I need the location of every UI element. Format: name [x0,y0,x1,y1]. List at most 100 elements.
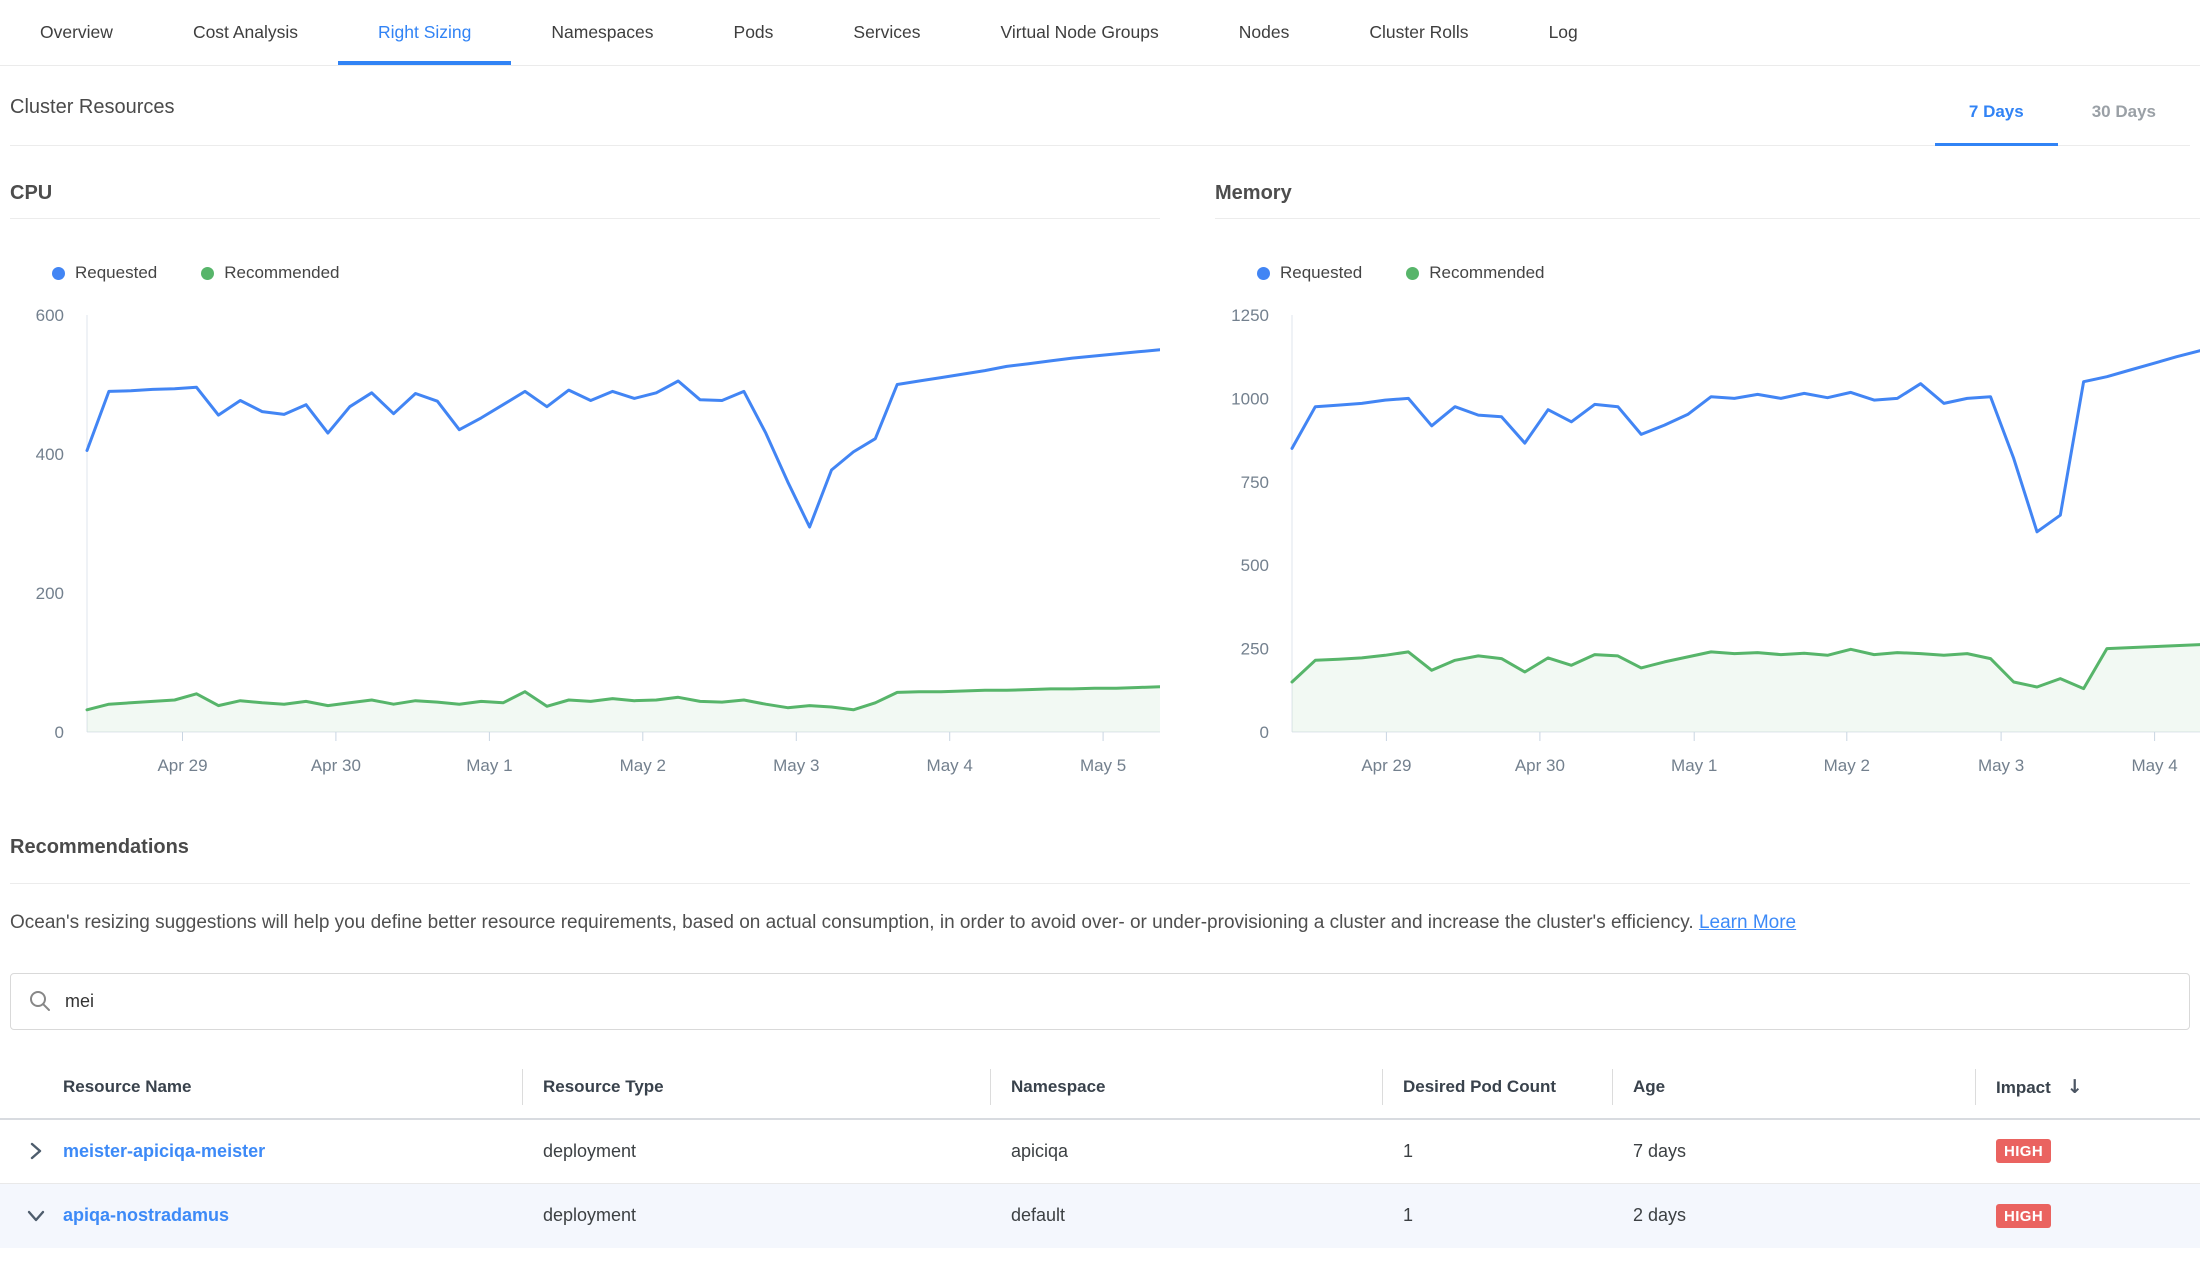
svg-text:Apr 30: Apr 30 [311,756,361,775]
table-header-row: Resource Name Resource Type Namespace De… [0,1056,2200,1120]
column-header-impact-label: Impact [1996,1078,2051,1097]
cpu-line-chart: 0 200 400 600 Apr 29 Apr 30 May 1 May 2 May 3 May… [10,307,1160,777]
legend-label: Recommended [224,263,339,283]
age-cell: 7 days [1612,1141,1975,1162]
top-tab-bar: Overview Cost Analysis Right Sizing Name… [0,0,2200,66]
cluster-resources-title: Cluster Resources [10,96,175,145]
table-row: apiqa-nostradamus deployment default 1 2… [0,1184,2200,1248]
svg-text:0: 0 [1260,723,1269,742]
svg-text:May 1: May 1 [466,756,512,775]
column-header-namespace[interactable]: Namespace [990,1077,1382,1097]
search-icon [29,990,51,1012]
resource-name-link[interactable]: apiqa-nostradamus [63,1205,229,1226]
learn-more-link[interactable]: Learn More [1699,912,1796,933]
svg-text:750: 750 [1241,473,1269,492]
tab-log[interactable]: Log [1509,0,1618,65]
legend-item-recommended: Recommended [1406,263,1544,283]
age-cell: 2 days [1612,1205,1975,1226]
recommendations-table: Resource Name Resource Type Namespace De… [0,1056,2200,1248]
tab-services[interactable]: Services [813,0,960,65]
namespace-cell: apiciqa [990,1141,1382,1162]
memory-chart-plot: 025050075010001250Apr 29Apr 30May 1May 2… [1215,307,2200,782]
memory-chart-legend: Requested Recommended [1257,263,2200,283]
recommended-dot-icon [201,267,214,280]
resource-name-cell: apiqa-nostradamus [0,1198,522,1234]
legend-item-recommended: Recommended [201,263,339,283]
tab-cluster-rolls[interactable]: Cluster Rolls [1329,0,1508,65]
recommendations-header: Recommendations [10,836,2190,884]
legend-item-requested: Requested [1257,263,1362,283]
impact-cell: HIGH [1975,1139,2200,1163]
requested-dot-icon [1257,267,1270,280]
impact-high-badge: HIGH [1996,1204,2051,1228]
tab-pods[interactable]: Pods [694,0,814,65]
column-header-impact[interactable]: Impact ↓ [1975,1076,2200,1098]
memory-chart-title: Memory [1215,146,2200,219]
column-header-resource-type[interactable]: Resource Type [522,1077,990,1097]
svg-text:May 3: May 3 [1978,756,2024,775]
charts-row: CPU Requested Recommended 0 200 400 600 Apr … [10,146,2200,782]
expand-row-chevron-icon[interactable] [18,1133,54,1169]
time-range-toggle: 7 Days 30 Days [1935,102,2190,145]
namespace-cell: default [990,1205,1382,1226]
legend-item-requested: Requested [52,263,157,283]
cpu-chart-title: CPU [10,146,1160,219]
tab-nodes[interactable]: Nodes [1199,0,1330,65]
recommended-dot-icon [1406,267,1419,280]
svg-text:0: 0 [55,723,64,742]
resource-name-link[interactable]: meister-apiciqa-meister [63,1141,265,1162]
recommendations-description-text: Ocean's resizing suggestions will help y… [10,912,1694,933]
cpu-chart-legend: Requested Recommended [52,263,1160,283]
memory-chart-section: Memory Requested Recommended 0 250 500 750 1… [1215,146,2200,782]
svg-text:May 2: May 2 [1824,756,1870,775]
tab-cost-analysis[interactable]: Cost Analysis [153,0,338,65]
cpu-chart-section: CPU Requested Recommended 0 200 400 600 Apr … [10,146,1160,782]
svg-text:May 2: May 2 [620,756,666,775]
recommended-area [1292,645,2200,732]
svg-text:May 1: May 1 [1671,756,1717,775]
search-input[interactable] [65,991,2171,1012]
svg-text:500: 500 [1241,556,1269,575]
search-box [10,973,2190,1030]
column-header-age[interactable]: Age [1612,1077,1975,1097]
legend-label: Recommended [1429,263,1544,283]
cluster-resources-header: Cluster Resources 7 Days 30 Days [10,66,2190,146]
svg-text:May 4: May 4 [927,756,973,775]
tab-namespaces[interactable]: Namespaces [511,0,693,65]
column-header-desired-pod-count[interactable]: Desired Pod Count [1382,1077,1612,1097]
resource-name-cell: meister-apiciqa-meister [0,1133,522,1169]
requested-line [1292,351,2200,532]
svg-text:Apr 30: Apr 30 [1515,756,1565,775]
tab-virtual-node-groups[interactable]: Virtual Node Groups [961,0,1199,65]
svg-text:May 5: May 5 [1080,756,1126,775]
resource-type-cell: deployment [522,1205,990,1226]
svg-text:May 4: May 4 [2131,756,2177,775]
svg-text:600: 600 [36,307,64,325]
impact-high-badge: HIGH [1996,1139,2051,1163]
svg-text:400: 400 [36,445,64,464]
sort-descending-icon[interactable]: ↓ [2067,1076,2083,1098]
svg-text:200: 200 [36,584,64,603]
recommended-area [87,687,1160,732]
recommendations-title: Recommendations [10,836,2190,883]
svg-text:Apr 29: Apr 29 [157,756,207,775]
range-7-days-button[interactable]: 7 Days [1935,102,2058,146]
requested-dot-icon [52,267,65,280]
legend-label: Requested [75,263,157,283]
table-row: meister-apiciqa-meister deployment apici… [0,1120,2200,1184]
impact-cell: HIGH [1975,1204,2200,1228]
svg-text:Apr 29: Apr 29 [1361,756,1411,775]
svg-text:250: 250 [1241,640,1269,659]
desired-pod-count-cell: 1 [1382,1141,1612,1162]
memory-line-chart: 025050075010001250Apr 29Apr 30May 1May 2… [1215,307,2200,777]
cpu-chart-plot: 0 200 400 600 Apr 29 Apr 30 May 1 May 2 May 3 May… [10,307,1160,782]
collapse-row-chevron-icon[interactable] [18,1198,54,1234]
recommendations-description: Ocean's resizing suggestions will help y… [10,910,2190,937]
svg-text:1250: 1250 [1231,307,1269,325]
resource-type-cell: deployment [522,1141,990,1162]
tab-right-sizing[interactable]: Right Sizing [338,0,511,65]
range-30-days-button[interactable]: 30 Days [2058,102,2190,146]
svg-text:May 3: May 3 [773,756,819,775]
tab-overview[interactable]: Overview [0,0,153,65]
legend-label: Requested [1280,263,1362,283]
